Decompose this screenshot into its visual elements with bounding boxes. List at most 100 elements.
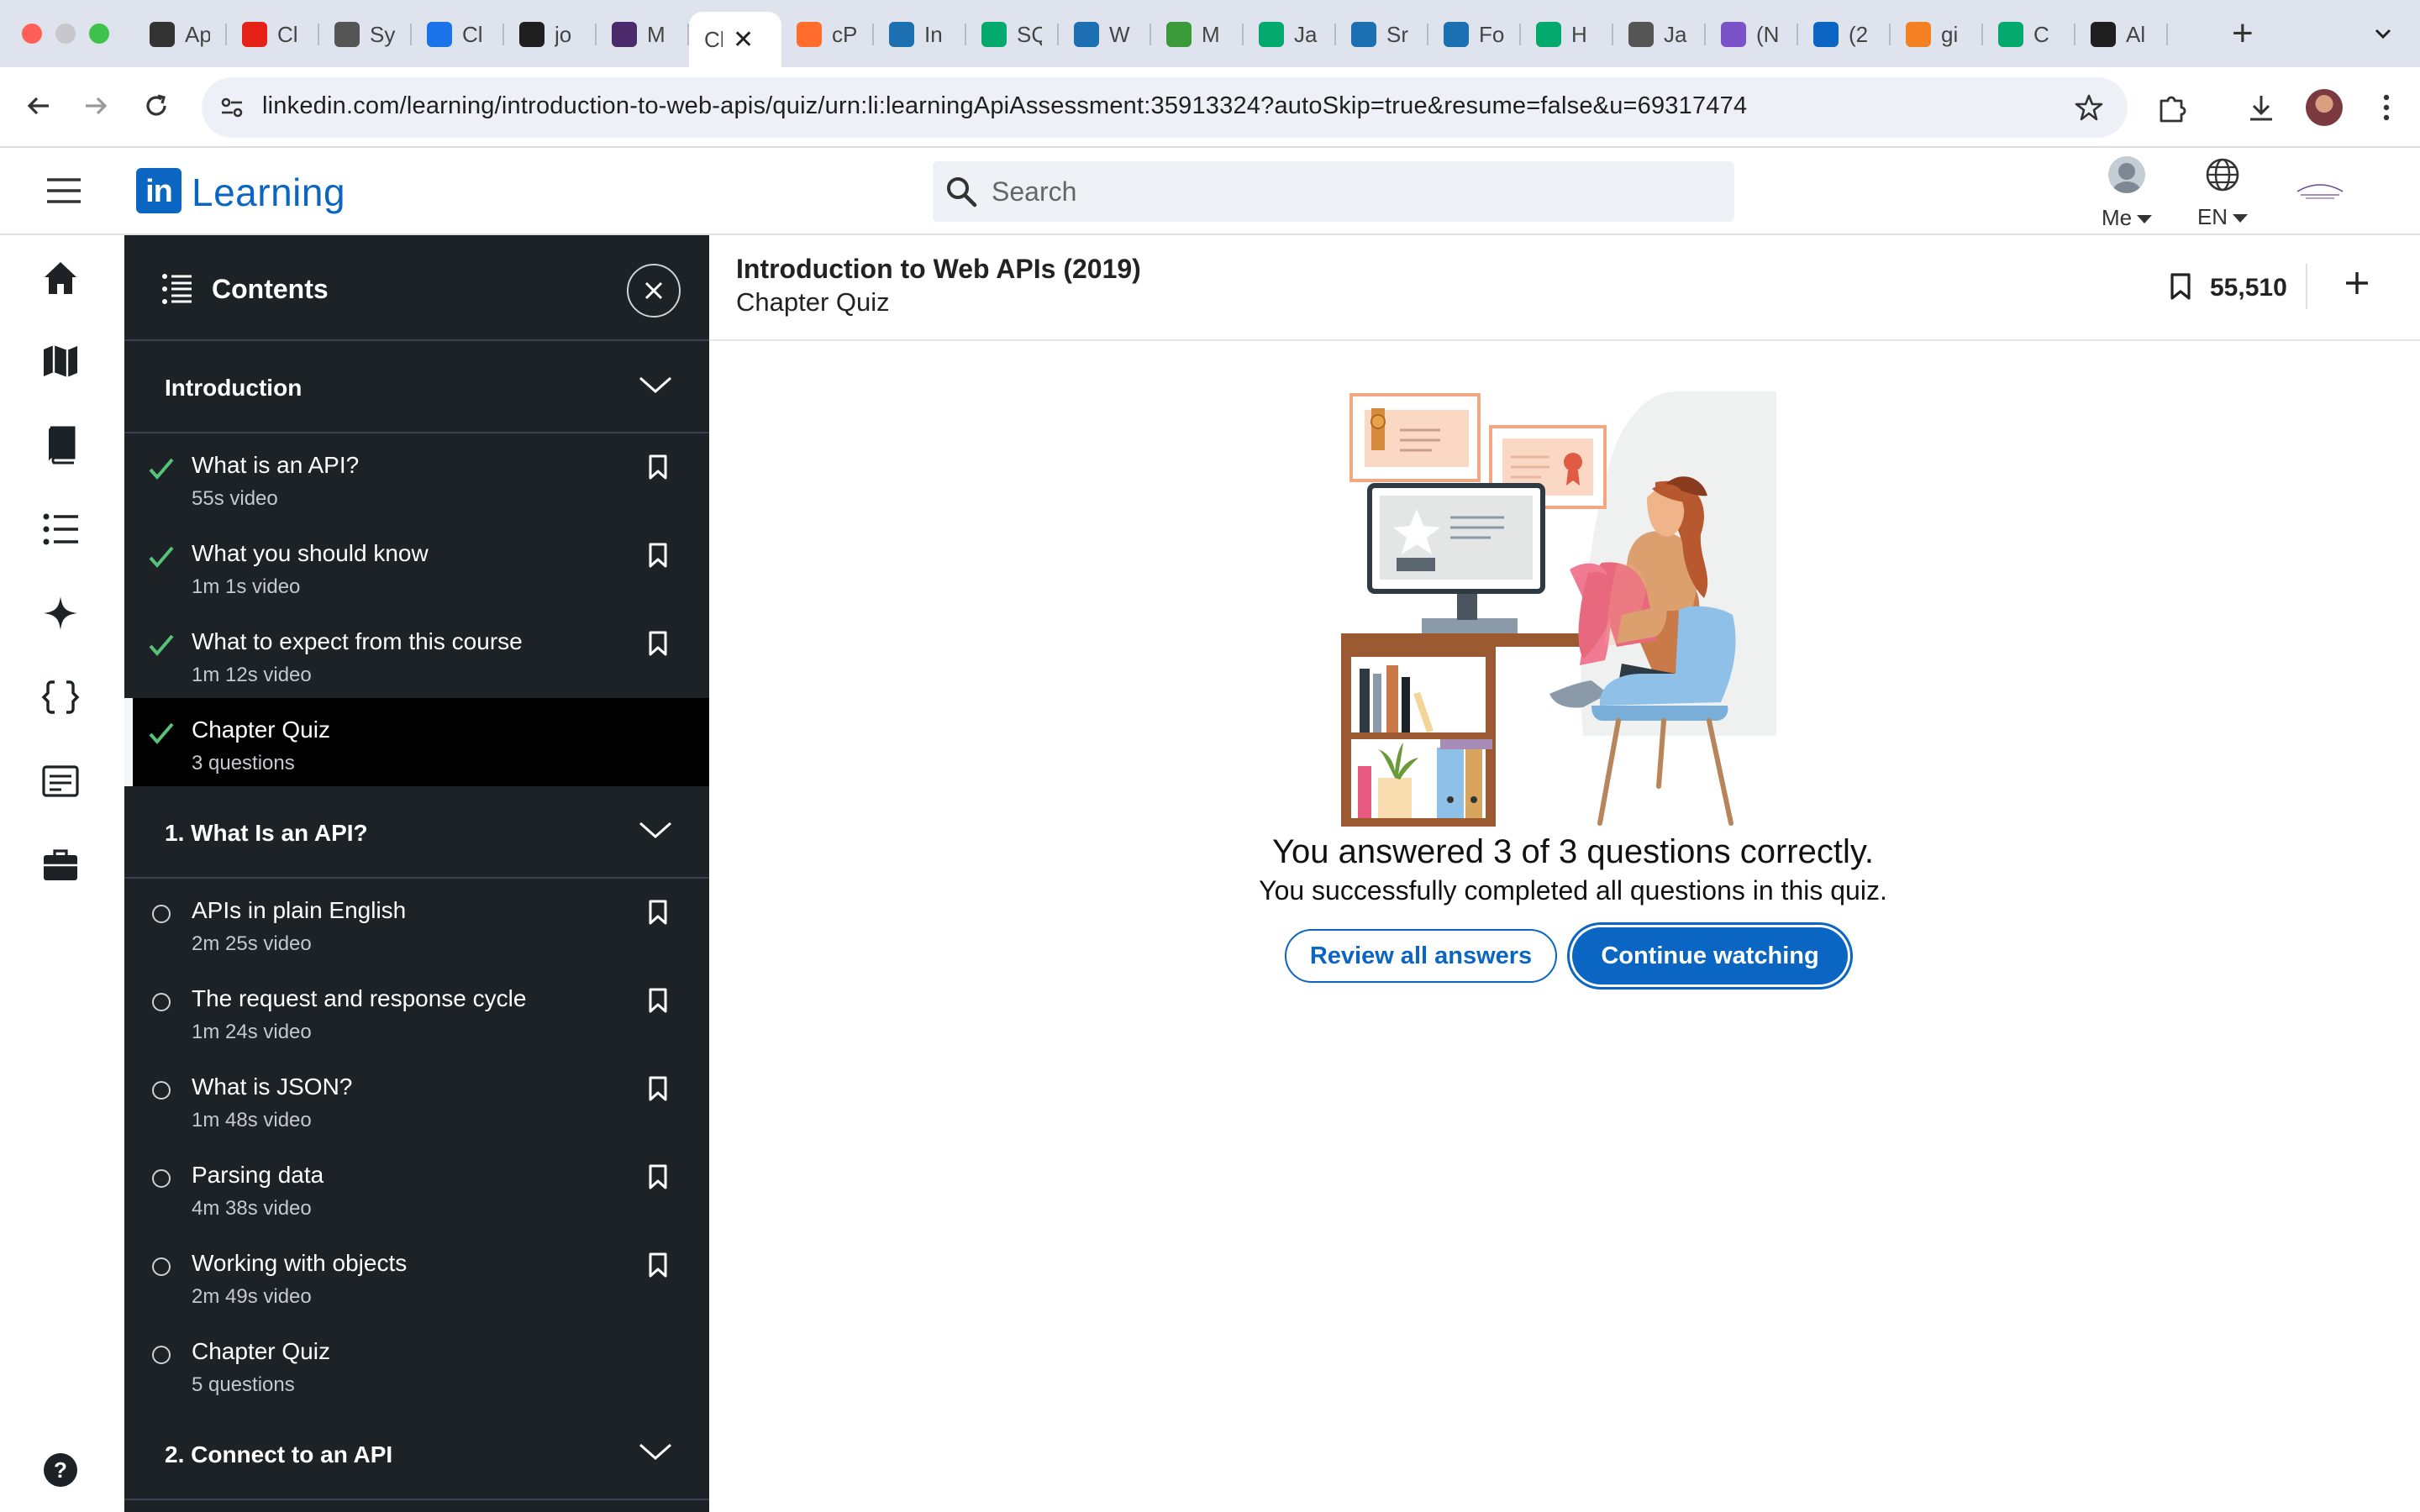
reload-button[interactable] (141, 91, 171, 125)
browser-tab[interactable]: SQ (966, 12, 1059, 57)
browser-tab[interactable]: Sr (1336, 12, 1428, 57)
forward-button[interactable] (81, 91, 111, 125)
back-button[interactable] (24, 91, 54, 125)
ai-coach-nav-button[interactable] (40, 593, 81, 633)
bookmark-icon (2170, 273, 2191, 300)
tab-title: W (1109, 21, 1130, 47)
me-label: Me (2101, 205, 2133, 230)
bookmark-icon[interactable] (647, 987, 669, 1018)
save-course-button[interactable] (2168, 272, 2193, 305)
browser-profile-avatar[interactable] (2306, 89, 2343, 126)
language-menu[interactable]: EN (2193, 156, 2252, 230)
quiz-result-title: You answered 3 of 3 questions correctly. (1272, 833, 1874, 870)
browser-tab[interactable]: cP (781, 12, 874, 57)
browser-tab[interactable]: Cl (227, 12, 319, 57)
browser-menu-button[interactable] (2378, 91, 2395, 129)
contents-item[interactable]: What you should know 1m 1s video (124, 522, 709, 610)
bookmark-icon[interactable] (647, 1163, 669, 1194)
bookmark-icon[interactable] (647, 1075, 669, 1106)
browser-tab[interactable]: Cl (412, 12, 504, 57)
browse-nav-button[interactable] (40, 341, 81, 381)
browser-tab[interactable]: Ja (1613, 12, 1706, 57)
contents-item[interactable]: APIs in plain English 2m 25s video (124, 879, 709, 967)
notebook-nav-button[interactable] (40, 761, 81, 801)
browser-tab[interactable]: Sy (319, 12, 412, 57)
tab-title: M (1202, 21, 1220, 47)
home-nav-button[interactable] (40, 257, 81, 297)
close-window-button[interactable] (22, 24, 42, 44)
browser-tab[interactable]: (N (1706, 12, 1798, 57)
add-to-button[interactable] (2343, 269, 2371, 302)
site-info-icon[interactable] (218, 94, 245, 125)
close-icon (644, 281, 663, 300)
chapter-header[interactable]: 1. What Is an API? (124, 786, 709, 879)
chevron-down-icon[interactable] (637, 1441, 674, 1466)
search-input[interactable] (992, 161, 1714, 222)
extensions-button[interactable] (2156, 92, 2188, 129)
chevron-down-icon[interactable] (637, 375, 674, 399)
browser-tab[interactable]: In (874, 12, 966, 57)
jobs-nav-button[interactable] (40, 845, 81, 885)
browser-tab[interactable]: H (1521, 12, 1613, 57)
browser-tab[interactable]: Ja (1244, 12, 1336, 57)
downloads-button[interactable] (2245, 92, 2277, 129)
book-icon (48, 426, 76, 465)
apple-icon (150, 22, 175, 47)
bookmark-icon[interactable] (647, 542, 669, 573)
continue-watching-button[interactable]: Continue watching (1572, 927, 1848, 984)
chapter-title: 1. What Is an API? (165, 820, 368, 846)
bookmark-icon[interactable] (647, 899, 669, 930)
url-text[interactable]: linkedin.com/learning/introduction-to-we… (262, 92, 1747, 120)
address-bar[interactable]: linkedin.com/learning/introduction-to-we… (202, 77, 2128, 138)
course-title[interactable]: Introduction to Web APIs (2019) (736, 254, 1141, 285)
chapter-header[interactable]: 2. Connect to an API (124, 1408, 709, 1500)
caret-down-icon (2137, 215, 2153, 224)
code-nav-button[interactable] (40, 677, 81, 717)
contents-item[interactable]: What to expect from this course 1m 12s vi… (124, 610, 709, 698)
contents-item[interactable]: Working with objects 2m 49s video (124, 1231, 709, 1320)
bookmark-star-icon[interactable] (2074, 92, 2104, 127)
list-icon (43, 513, 78, 545)
browser-tab[interactable]: C (1983, 12, 2075, 57)
browser-tab[interactable]: M (597, 12, 689, 57)
linkedin-logo[interactable]: in (136, 168, 182, 213)
library-nav-button[interactable] (40, 425, 81, 465)
browser-tab[interactable]: W (1059, 12, 1151, 57)
tab-title: cP (832, 21, 857, 47)
search-box[interactable] (933, 161, 1734, 222)
browser-tab[interactable]: (2 (1798, 12, 1891, 57)
contents-item[interactable]: What is an API? 55s video (124, 433, 709, 522)
chapter-header[interactable]: Introduction (124, 341, 709, 433)
contents-item[interactable]: Chapter Quiz 3 questions (124, 698, 709, 786)
brand-name[interactable]: Learning (192, 170, 345, 215)
browser-tab[interactable]: M (1151, 12, 1244, 57)
browser-tab[interactable]: gi (1891, 12, 1983, 57)
browser-tab[interactable]: jo (504, 12, 597, 57)
browser-tab[interactable]: Al (2075, 12, 2168, 57)
bookmark-icon[interactable] (647, 454, 669, 485)
review-answers-button[interactable]: Review all answers (1285, 929, 1557, 983)
browser-tab[interactable]: Ap (134, 12, 227, 57)
contents-item[interactable]: Parsing data 4m 38s video (124, 1143, 709, 1231)
organization-logo[interactable] (2291, 173, 2349, 207)
browser-tab[interactable]: Fo (1428, 12, 1521, 57)
minimize-window-button[interactable] (55, 24, 76, 44)
bookmark-icon[interactable] (647, 630, 669, 661)
chevron-down-icon[interactable] (637, 820, 674, 844)
close-contents-button[interactable] (627, 264, 681, 318)
close-tab-icon[interactable]: ✕ (733, 25, 754, 55)
me-menu[interactable]: Me (2097, 156, 2156, 231)
maximize-window-button[interactable] (89, 24, 109, 44)
help-button[interactable]: ? (40, 1450, 81, 1490)
menu-button[interactable] (45, 176, 82, 209)
tab-search-button[interactable] (2371, 22, 2395, 50)
item-duration: 1m 12s video (192, 664, 312, 686)
contents-nav-button[interactable] (40, 509, 81, 549)
contents-item[interactable]: Chapter Quiz 5 questions (124, 1320, 709, 1408)
contents-item[interactable]: What is JSON? 1m 48s video (124, 1055, 709, 1143)
tab-title: (2 (1849, 21, 1869, 47)
contents-item[interactable]: The request and response cycle 1m 24s vid… (124, 967, 709, 1055)
bookmark-icon[interactable] (647, 1252, 669, 1283)
new-tab-button[interactable]: + (2232, 15, 2254, 52)
browser-tab[interactable]: Cl ✕ (689, 12, 781, 67)
